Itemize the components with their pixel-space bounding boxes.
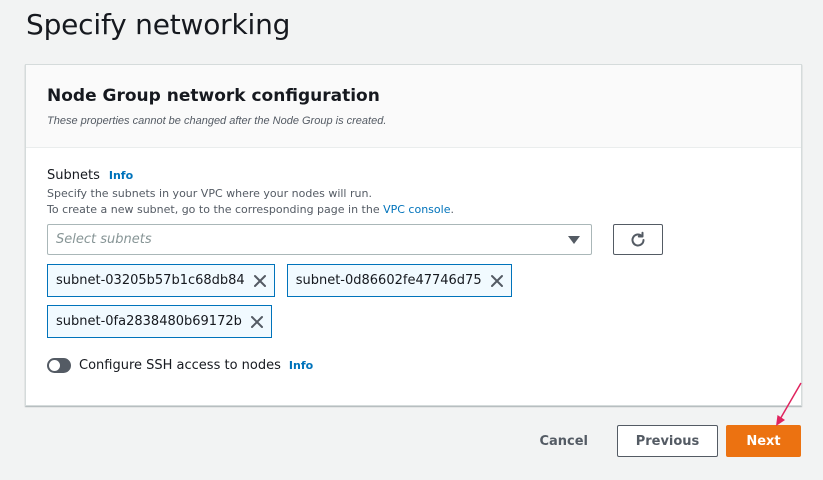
ssh-access-label: Configure SSH access to nodes [79,358,281,373]
subnet-token-label: subnet-0fa2838480b69172b [56,314,242,329]
close-icon[interactable] [490,274,504,288]
subnets-description-suffix: . [450,203,454,216]
subnets-description-prefix: To create a new subnet, go to the corres… [47,203,384,216]
cancel-button[interactable]: Cancel [539,434,588,449]
subnets-select[interactable]: Select subnets [47,224,592,255]
subnets-select-row: Select subnets [47,224,663,255]
subnets-label-row: Subnets Info [47,168,801,183]
subnets-description-line-2: To create a new subnet, go to the corres… [47,202,801,218]
vpc-console-link[interactable]: VPC console [383,203,450,216]
subnet-token: subnet-0d86602fe47746d75 [286,264,512,297]
close-icon[interactable] [250,315,264,329]
refresh-subnets-button[interactable] [613,224,663,255]
node-group-network-panel: Node Group network configuration These p… [25,64,802,406]
subnet-token-label: subnet-0d86602fe47746d75 [295,273,482,288]
subnets-select-placeholder: Select subnets [56,232,152,247]
subnets-description-line-1: Specify the subnets in your VPC where yo… [47,187,372,200]
ssh-access-row: Configure SSH access to nodes Info [47,358,313,373]
wizard-actions: Cancel Previous Next [539,425,801,457]
panel-body: Subnets Info Specify the subnets in your… [26,148,801,406]
token-row-1: subnet-03205b57b1c68db84 subnet-0d86602f… [47,264,647,297]
ssh-access-toggle[interactable] [47,358,71,373]
subnets-description: Specify the subnets in your VPC where yo… [47,186,801,218]
subnets-info-link[interactable]: Info [109,169,133,182]
refresh-icon [631,231,645,246]
token-row-2: subnet-0fa2838480b69172b [47,305,647,338]
panel-title: Node Group network configuration [47,86,380,106]
caret-down-icon [568,235,580,244]
close-icon[interactable] [253,274,267,288]
panel-header: Node Group network configuration These p… [26,65,801,148]
ssh-info-link[interactable]: Info [289,359,313,372]
panel-description: These properties cannot be changed after… [47,115,387,127]
previous-button[interactable]: Previous [617,425,718,457]
subnet-token: subnet-0fa2838480b69172b [47,305,272,338]
subnets-label: Subnets [47,168,100,183]
toggle-knob [49,360,60,371]
arrow-pointer-icon [776,382,802,426]
subnet-token: subnet-03205b57b1c68db84 [47,264,275,297]
selected-subnets: subnet-03205b57b1c68db84 subnet-0d86602f… [47,264,647,346]
page-title: Specify networking [26,8,291,41]
subnet-token-label: subnet-03205b57b1c68db84 [56,273,245,288]
